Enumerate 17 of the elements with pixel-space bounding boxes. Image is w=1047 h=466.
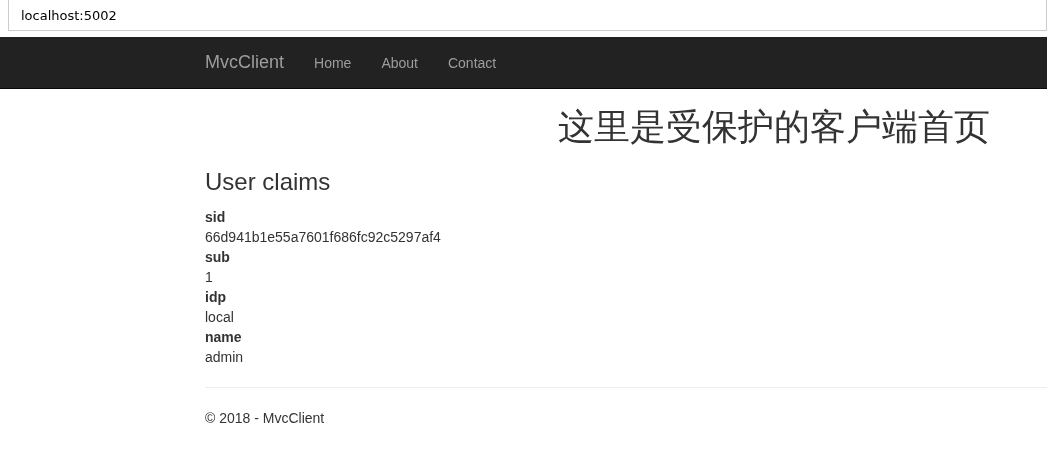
claim-type: idp [205,288,227,307]
claim-value: 1 [205,268,214,287]
claim-type: sid [205,208,227,227]
claim-value: local [205,308,235,327]
page-heading: 这里是受保护的客户端首页 [558,105,990,149]
address-bar[interactable]: localhost:5002 [8,0,1047,31]
nav-link[interactable]: Contact [447,54,497,71]
nav-link[interactable]: About [381,54,418,71]
claim-type: name [205,328,243,347]
url-text: localhost:5002 [21,7,117,23]
claim-value: 66d941b1e55a7601f686fc92c5297af4 [205,228,442,247]
claim-type: sub [205,248,231,267]
nav-link[interactable]: Home [314,54,352,71]
claim-value: admin [205,348,245,367]
section-title: User claims [205,167,332,197]
footer-text: © 2018 - MvcClient [205,409,326,428]
brand-link[interactable]: MvcClient [205,52,284,73]
